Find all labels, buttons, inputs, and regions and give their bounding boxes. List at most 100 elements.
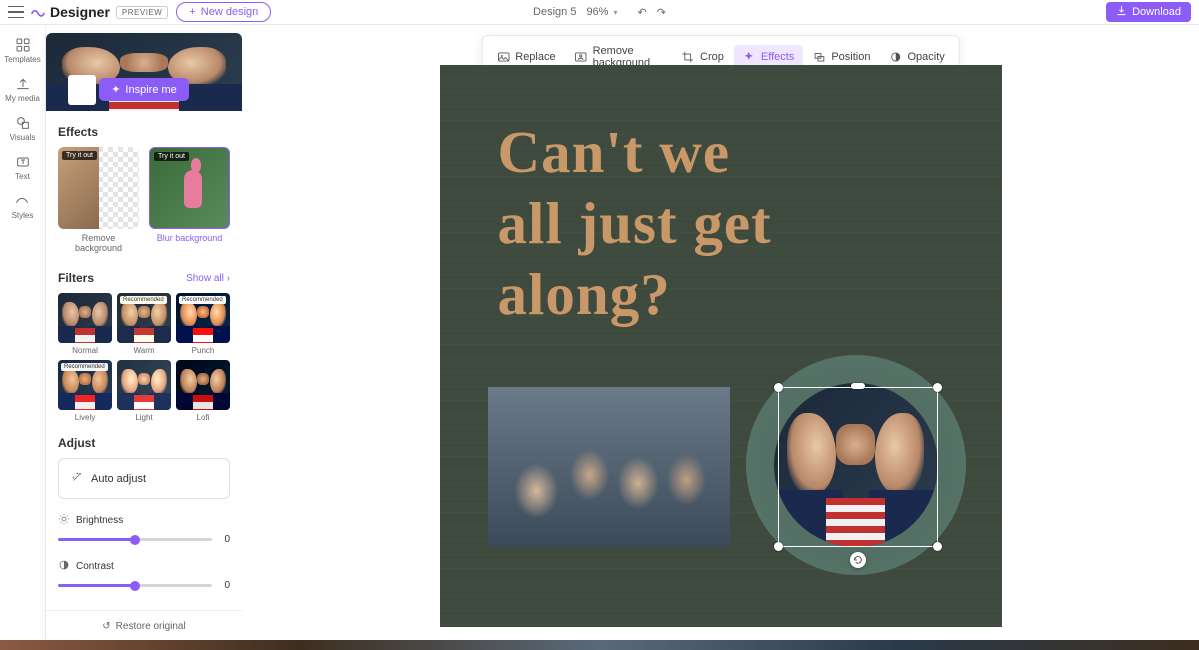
upload-icon bbox=[15, 76, 31, 92]
brand-name: Designer bbox=[50, 4, 110, 20]
hero-preview: ✦ Inspire me bbox=[46, 33, 242, 111]
filter-lofi[interactable]: Lofi bbox=[176, 360, 230, 422]
inspire-label: Inspire me bbox=[125, 84, 176, 96]
remove-bg-icon bbox=[574, 50, 588, 64]
contrast-icon bbox=[58, 559, 70, 574]
rail-label: My media bbox=[5, 94, 40, 103]
logo-icon bbox=[30, 4, 46, 20]
rail-label: Templates bbox=[4, 55, 40, 64]
slider-value: 0 bbox=[220, 580, 230, 591]
recommended-badge: Recommended bbox=[179, 296, 226, 304]
filter-light[interactable]: Light bbox=[117, 360, 171, 422]
download-label: Download bbox=[1132, 6, 1181, 18]
filter-warm[interactable]: Recommended Warm bbox=[117, 293, 171, 355]
adjust-title: Adjust bbox=[58, 436, 230, 450]
undo-icon[interactable]: ↶ bbox=[638, 6, 647, 19]
new-design-button[interactable]: + New design bbox=[176, 2, 271, 22]
resize-handle-tm[interactable] bbox=[851, 383, 865, 389]
chevron-down-icon: ▾ bbox=[614, 8, 618, 17]
effects-title: Effects bbox=[58, 125, 230, 139]
image-icon bbox=[496, 50, 510, 64]
restore-label: Restore original bbox=[116, 621, 186, 632]
plus-icon: + bbox=[189, 6, 195, 18]
new-design-label: New design bbox=[201, 6, 258, 18]
rail-text[interactable]: Text bbox=[15, 154, 31, 181]
download-button[interactable]: Download bbox=[1106, 2, 1191, 22]
rotate-handle[interactable] bbox=[850, 552, 866, 568]
resize-handle-tr[interactable] bbox=[933, 383, 942, 392]
headline-line: all just get bbox=[498, 188, 772, 259]
side-panel: ✦ Inspire me Effects Try it out Remove b… bbox=[46, 33, 242, 642]
filter-label: Normal bbox=[58, 346, 112, 355]
filter-normal[interactable]: Normal bbox=[58, 293, 112, 355]
filters-title: Filters bbox=[58, 271, 94, 285]
rail-label: Text bbox=[15, 172, 30, 181]
rail-visuals[interactable]: Visuals bbox=[10, 115, 36, 142]
design-canvas[interactable]: Can't we all just get along? bbox=[440, 65, 1002, 627]
auto-adjust-label: Auto adjust bbox=[91, 473, 146, 485]
filter-lively[interactable]: Recommended Lively bbox=[58, 360, 112, 422]
canvas-area: Replace Remove background Crop Effects P… bbox=[242, 25, 1199, 650]
templates-icon bbox=[15, 37, 31, 53]
crop-icon bbox=[681, 50, 695, 64]
preview-badge: PREVIEW bbox=[116, 6, 168, 19]
rail-styles[interactable]: Styles bbox=[12, 193, 34, 220]
rail-mymedia[interactable]: My media bbox=[5, 76, 40, 103]
effect-blur-bg[interactable]: Try it out Blur background bbox=[149, 147, 230, 253]
recommended-badge: Recommended bbox=[120, 296, 167, 304]
slider-label: Brightness bbox=[76, 515, 123, 526]
position-icon bbox=[812, 50, 826, 64]
brightness-icon bbox=[58, 513, 70, 528]
try-badge: Try it out bbox=[154, 152, 189, 161]
zoom-control[interactable]: 96% ▾ bbox=[586, 6, 617, 18]
overlay-card bbox=[68, 75, 96, 105]
chevron-right-icon: › bbox=[227, 273, 230, 284]
redo-icon[interactable]: ↷ bbox=[657, 6, 666, 19]
download-icon bbox=[1116, 5, 1127, 19]
inspire-button[interactable]: ✦ Inspire me bbox=[99, 78, 189, 101]
show-all-link[interactable]: Show all › bbox=[186, 273, 230, 284]
rail-templates[interactable]: Templates bbox=[4, 37, 40, 64]
resize-handle-br[interactable] bbox=[933, 542, 942, 551]
auto-adjust-button[interactable]: Auto adjust bbox=[58, 458, 230, 499]
resize-handle-tl[interactable] bbox=[774, 383, 783, 392]
menu-icon[interactable] bbox=[8, 4, 24, 20]
selection-bounding-box[interactable] bbox=[778, 387, 938, 547]
brightness-slider[interactable]: Brightness 0 bbox=[58, 513, 230, 545]
headline-text[interactable]: Can't we all just get along? bbox=[498, 117, 772, 329]
resize-handle-bl[interactable] bbox=[774, 542, 783, 551]
filter-label: Lofi bbox=[176, 413, 230, 422]
crowd-image[interactable] bbox=[488, 387, 730, 547]
opacity-icon bbox=[888, 50, 902, 64]
effect-label: Blur background bbox=[149, 233, 230, 243]
filter-punch[interactable]: Recommended Punch bbox=[176, 293, 230, 355]
filter-label: Warm bbox=[117, 346, 171, 355]
rail-label: Styles bbox=[12, 211, 34, 220]
recommended-badge: Recommended bbox=[61, 363, 108, 371]
filter-label: Light bbox=[117, 413, 171, 422]
shapes-icon bbox=[15, 115, 31, 131]
restore-icon: ↺ bbox=[102, 621, 110, 632]
text-icon bbox=[15, 154, 31, 170]
panel-scroll[interactable]: Effects Try it out Remove background Try… bbox=[46, 111, 242, 610]
wand-icon bbox=[71, 471, 83, 486]
design-name[interactable]: Design 5 bbox=[533, 6, 576, 18]
topbar-center: Design 5 96% ▾ ↶ ↷ bbox=[533, 6, 666, 19]
contrast-slider[interactable]: Contrast 0 bbox=[58, 559, 230, 591]
headline-line: Can't we bbox=[498, 117, 772, 188]
filter-label: Lively bbox=[58, 413, 112, 422]
slider-thumb[interactable] bbox=[130, 535, 140, 545]
try-badge: Try it out bbox=[62, 151, 97, 160]
effect-remove-bg[interactable]: Try it out Remove background bbox=[58, 147, 139, 253]
restore-original-button[interactable]: ↺ Restore original bbox=[46, 610, 242, 642]
styles-icon bbox=[14, 193, 30, 209]
zoom-value: 96% bbox=[586, 6, 608, 18]
effect-label: Remove background bbox=[58, 233, 139, 253]
top-bar: Designer PREVIEW + New design Design 5 9… bbox=[0, 0, 1199, 25]
slider-thumb[interactable] bbox=[130, 581, 140, 591]
sparkle-icon: ✦ bbox=[111, 83, 120, 96]
filter-label: Punch bbox=[176, 346, 230, 355]
rail-label: Visuals bbox=[10, 133, 36, 142]
bottom-strip bbox=[0, 640, 1199, 650]
slider-label: Contrast bbox=[76, 561, 114, 572]
